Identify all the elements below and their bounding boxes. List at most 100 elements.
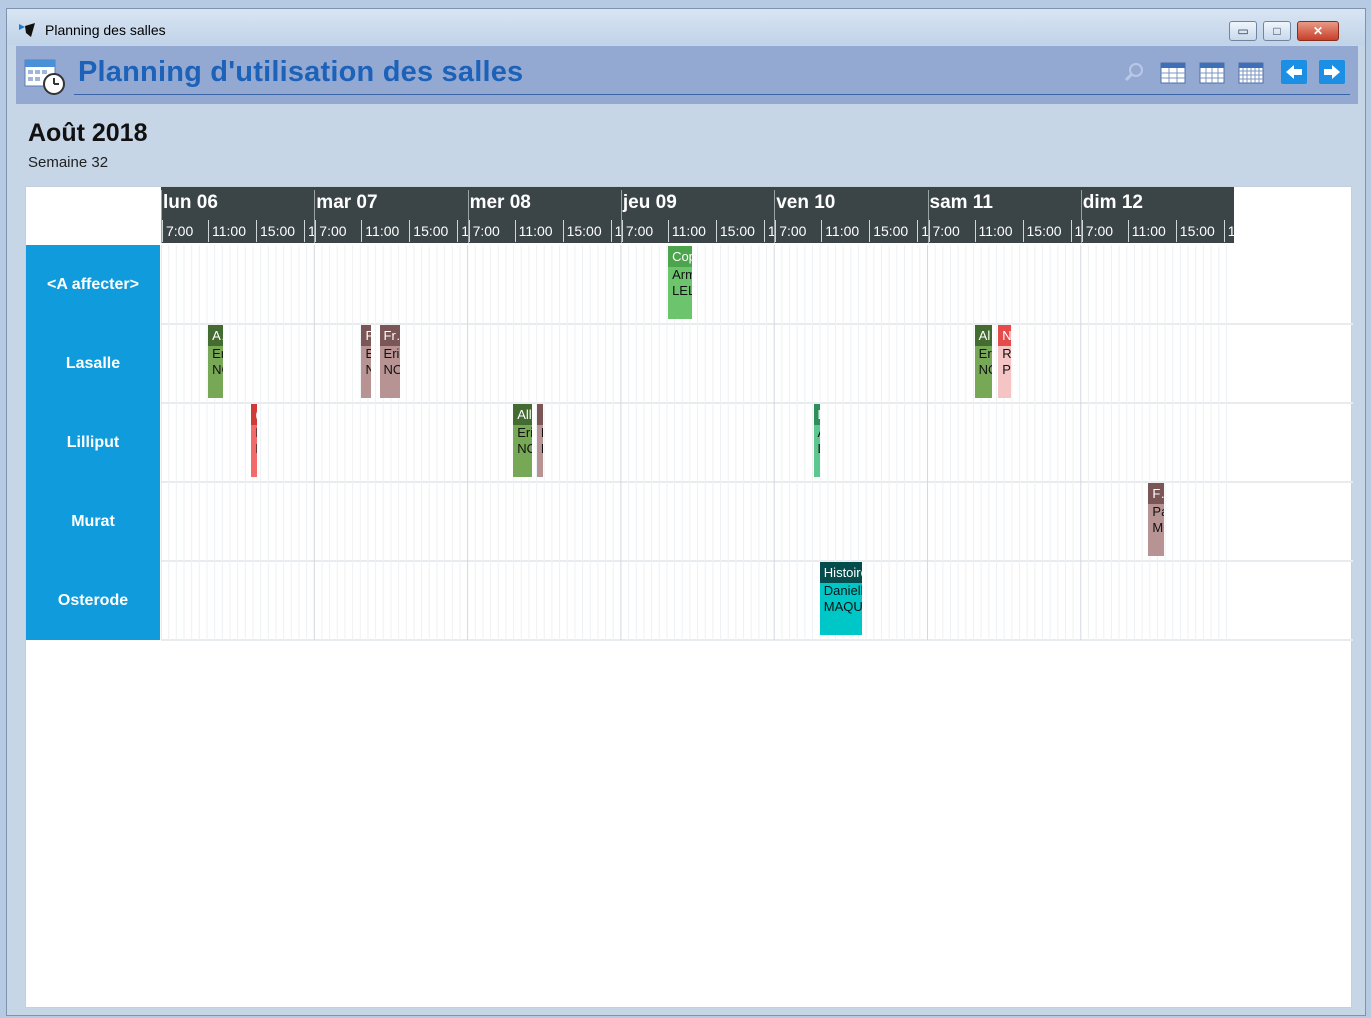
hour-tick-label: 11:00 [361,220,409,242]
day-column-header[interactable]: dim 12 7:00 11:00 15:00 1 [1080,190,1236,243]
day-label: mar 07 [316,192,378,213]
hour-tick-label: 7:00 [621,220,668,242]
booking-title: F. [361,325,371,346]
booking-firstname: Pasc [1152,504,1164,519]
booking-lastname: LI [814,441,820,457]
booking-event[interactable]: Cop…ArmelleLELONI [668,246,692,319]
title-bar[interactable]: Planning des salles ▭ □ ✕ [7,9,1365,45]
hour-tick-label: 15:00 [1022,220,1071,242]
calendar-day-icon[interactable] [1160,60,1186,84]
booking-lastname: F [251,441,257,457]
day-label: dim 12 [1082,192,1143,213]
hour-tick-label: 7:00 [1081,220,1128,242]
booking-firstname: Eric [383,346,400,361]
booking-firstname: Daniella [823,583,862,598]
booking-title [536,404,543,425]
booking-firstname: Rol [1002,346,1011,361]
booking-event[interactable]: Fr…EricNOLC [379,325,400,398]
hour-tick-label: 15:00 [715,220,764,242]
calendar-month-icon[interactable] [1238,60,1264,84]
booking-title: Al… [974,325,992,346]
window-title: Planning des salles [45,22,166,38]
zoom-icon[interactable] [1122,60,1148,84]
booking-event[interactable]: II [536,404,543,477]
maximize-button[interactable]: □ [1263,21,1291,41]
app-logo-icon [19,23,35,37]
booking-title: Fr… [379,325,400,346]
booking-lastname: I [540,441,543,456]
arrow-right-icon[interactable] [1319,60,1345,84]
minimize-button[interactable]: ▭ [1229,21,1257,41]
close-button[interactable]: ✕ [1297,21,1339,41]
room-label[interactable]: Lilliput [26,403,160,482]
hour-tick-label: 7:00 [162,220,208,242]
timeline-grid: Cop…ArmelleLELONIA…EricNOLF.ErNCFr…EricN… [161,245,1353,641]
day-column-header[interactable]: sam 11 7:00 11:00 15:00 1 [927,190,1082,243]
booking-firstname: Eric [212,346,224,361]
booking-title: All… [513,404,533,425]
arrow-left-icon[interactable] [1281,60,1307,84]
hour-tick-label: 15:00 [256,220,304,242]
booking-firstname: I [540,425,543,440]
page-title: Planning d'utilisation des salles [78,56,524,88]
booking-event[interactable]: LALI [813,404,820,477]
booking-event[interactable]: All…EricNOLC [513,404,533,477]
booking-lastname: NOL( [978,362,992,377]
hour-tick-label: 1 [1223,220,1236,242]
booking-title: F… [1148,483,1165,504]
day-column-header[interactable]: lun 06 7:00 11:00 15:00 1 [161,190,316,243]
booking-lastname: NOLC [517,441,533,456]
day-column-header[interactable]: jeu 09 7:00 11:00 15:00 1 [620,190,776,243]
hour-tick-label: 15:00 [409,220,457,242]
hour-tick-label: 15:00 [869,220,917,242]
hour-tick-label: 11:00 [208,220,256,242]
booking-firstname: Armelle [672,267,692,282]
booking-title: N… [998,325,1011,346]
room-label[interactable]: Murat [26,482,160,561]
booking-firstname: Er [365,346,371,361]
booking-lastname: LELONI [672,283,692,298]
application-window: Planning des salles ▭ □ ✕ Planning d'uti… [6,8,1366,1016]
hour-tick-label: 11:00 [667,220,716,242]
month-label: Août 2018 [28,119,148,147]
hour-tick-label: 7:00 [315,220,361,242]
hour-tick-label: 7:00 [928,220,975,242]
booking-event[interactable]: Histoire …DaniellaMAQUEL [819,562,863,635]
booking-event[interactable]: F…PascMOL [1148,483,1165,556]
booking-lastname: MAQUEL [823,599,863,614]
day-label: jeu 09 [622,192,677,213]
week-label: Semaine 32 [28,154,109,171]
room-label[interactable]: Osterode [26,561,160,640]
room-label[interactable]: <A affecter> [26,245,160,324]
calendar-clock-icon [24,59,65,95]
hour-tick-label: 11:00 [1127,220,1176,242]
hour-gridlines [161,245,1227,640]
day-column-header[interactable]: mer 08 7:00 11:00 15:00 1 [467,190,622,243]
booking-event[interactable]: Al…EricNOL( [974,325,992,398]
booking-event[interactable]: N…RolPIÇ [998,325,1011,398]
booking-firstname: Eric [978,346,992,361]
booking-title: L [813,404,820,425]
day-label: lun 06 [163,192,218,213]
calendar-week-icon[interactable] [1199,60,1225,84]
booking-firstname: A [814,425,820,441]
booking-title: A… [208,325,224,346]
header-banner: Planning d'utilisation des salles [16,46,1358,104]
day-column-header[interactable]: mar 07 7:00 11:00 15:00 1 [314,190,469,243]
booking-lastname: MOL [1152,520,1164,535]
booking-lastname: NOL [212,362,223,377]
booking-lastname: NC [365,362,371,377]
booking-title: Histoire … [819,562,863,583]
booking-event[interactable]: A…EricNOL [208,325,224,398]
hour-tick-label: 15:00 [1175,220,1224,242]
booking-event[interactable]: (FF [251,404,258,477]
day-column-header[interactable]: ven 10 7:00 11:00 15:00 1 [774,190,929,243]
room-label[interactable]: Lasalle [26,324,160,403]
booking-title: ( [251,404,258,425]
booking-event[interactable]: F.ErNC [361,325,371,398]
day-label: ven 10 [776,192,836,213]
day-label: mer 08 [469,192,531,213]
booking-firstname: Eric [517,425,532,440]
hour-tick-label: 11:00 [821,220,869,242]
planning-grid: lun 06 7:00 11:00 15:00 1 mar 07 7:00 11:00 15:0… [25,186,1353,1008]
